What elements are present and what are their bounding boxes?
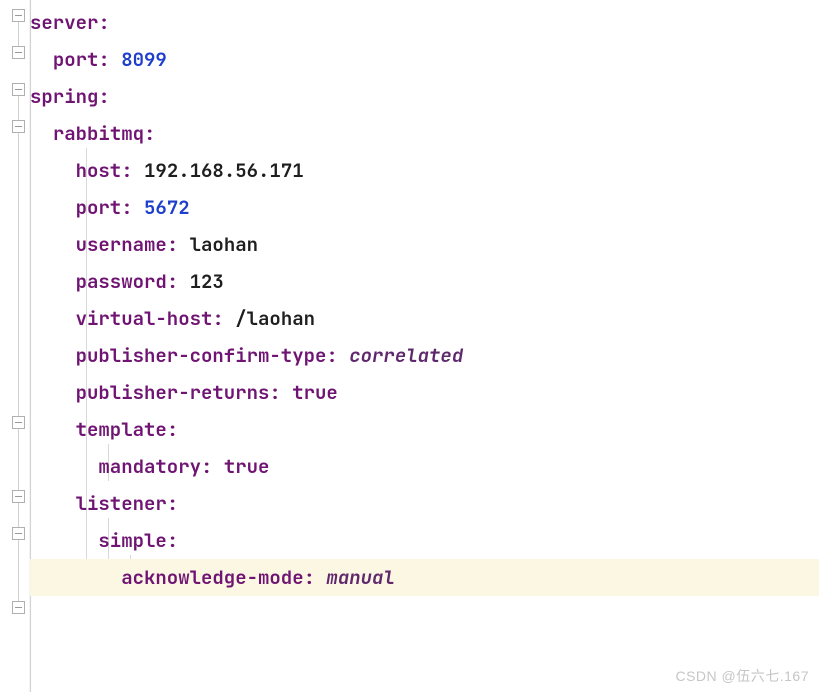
yaml-value: 8099: [121, 47, 167, 72]
yaml-value: laohan: [190, 232, 258, 257]
code-line: listener:: [30, 485, 819, 522]
code-line: rabbitmq:: [30, 115, 819, 152]
code-editor: server: port: 8099 spring: rabbitmq: hos…: [0, 0, 819, 692]
yaml-key: username: [76, 232, 167, 257]
yaml-key: server: [30, 10, 98, 35]
yaml-value: manual: [326, 565, 394, 590]
fold-icon[interactable]: [12, 490, 25, 503]
code-line: spring:: [30, 78, 819, 115]
code-line: username: laohan: [30, 226, 819, 263]
yaml-key: rabbitmq: [53, 121, 144, 146]
code-line: virtual-host: /laohan: [30, 300, 819, 337]
code-line: port: 5672: [30, 189, 819, 226]
yaml-value: correlated: [349, 343, 463, 368]
yaml-value: 5672: [144, 195, 190, 220]
code-line: publisher-confirm-type: correlated: [30, 337, 819, 374]
yaml-key: host: [76, 158, 122, 183]
fold-icon[interactable]: [12, 120, 25, 133]
fold-icon[interactable]: [12, 46, 25, 59]
yaml-value: true: [292, 380, 338, 405]
yaml-key: publisher-returns: [76, 380, 270, 405]
yaml-key: listener: [76, 491, 167, 516]
code-line: template:: [30, 411, 819, 448]
code-line: mandatory: true: [30, 448, 819, 485]
yaml-key: virtual-host: [76, 306, 213, 331]
yaml-value: 123: [190, 269, 224, 294]
gutter-line: [18, 22, 19, 46]
code-content[interactable]: server: port: 8099 spring: rabbitmq: hos…: [30, 0, 819, 692]
code-line: host: 192.168.56.171: [30, 152, 819, 189]
yaml-key: acknowledge-mode: [121, 565, 303, 590]
gutter-line: [18, 429, 19, 490]
code-gutter: [0, 0, 30, 692]
code-line: publisher-returns: true: [30, 374, 819, 411]
code-line: server:: [30, 4, 819, 41]
yaml-key: port: [53, 47, 99, 72]
code-line: simple:: [30, 522, 819, 559]
fold-icon[interactable]: [12, 416, 25, 429]
fold-icon[interactable]: [12, 527, 25, 540]
yaml-key: password: [76, 269, 167, 294]
yaml-key: port: [76, 195, 122, 220]
code-line-current: acknowledge-mode: manual: [30, 559, 819, 596]
yaml-key: template: [76, 417, 167, 442]
code-line: password: 123: [30, 263, 819, 300]
yaml-value: 192.168.56.171: [144, 158, 304, 183]
watermark: CSDN @伍六七.167: [675, 666, 809, 686]
code-line: port: 8099: [30, 41, 819, 78]
gutter-line: [18, 540, 19, 601]
yaml-key: spring: [30, 84, 98, 109]
fold-icon[interactable]: [12, 83, 25, 96]
fold-icon[interactable]: [12, 9, 25, 22]
yaml-key: publisher-confirm-type: [76, 343, 327, 368]
fold-icon[interactable]: [12, 601, 25, 614]
gutter-line: [18, 503, 19, 527]
yaml-key: mandatory: [98, 454, 201, 479]
gutter-line: [18, 96, 19, 120]
gutter-line: [18, 133, 19, 416]
yaml-key: simple: [98, 528, 166, 553]
yaml-value: true: [224, 454, 270, 479]
yaml-value: /laohan: [235, 306, 315, 331]
